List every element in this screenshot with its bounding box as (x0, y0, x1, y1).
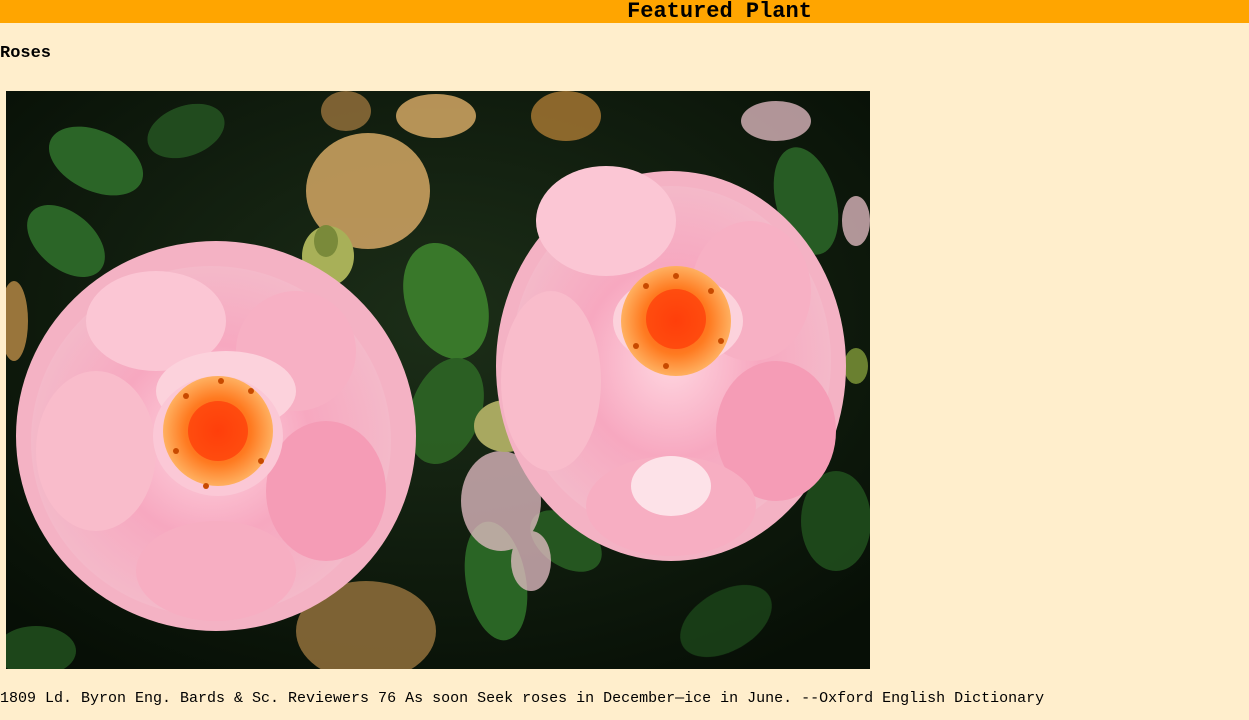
plant-name-heading: Roses (0, 44, 52, 63)
dictionary-quote: 1809 Ld. Byron Eng. Bards & Sc. Reviewer… (0, 690, 1045, 707)
featured-plant-banner: Featured Plant (0, 0, 1249, 23)
roses-photo (6, 91, 870, 669)
banner-title: Featured Plant (627, 0, 812, 24)
